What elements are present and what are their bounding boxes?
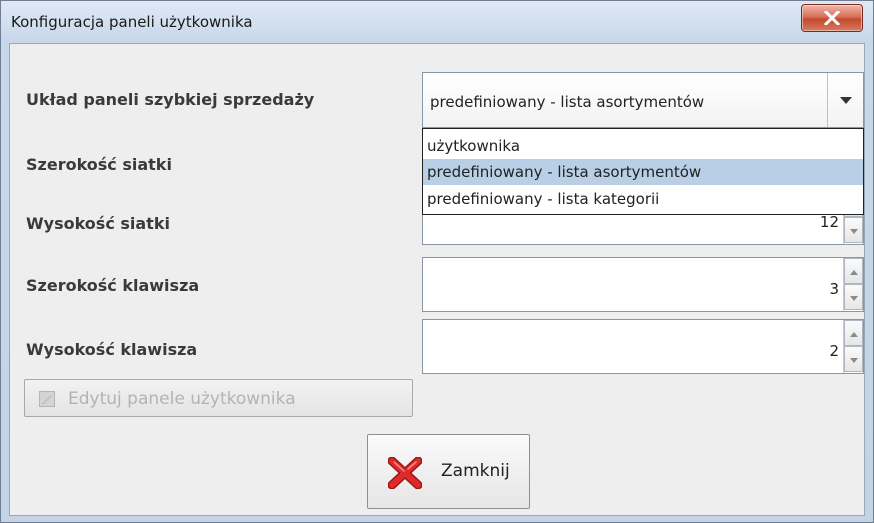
- grid-width-label: Szerokość siatki: [26, 155, 172, 174]
- key-width-spin-buttons: [843, 258, 863, 311]
- red-x-icon: [387, 456, 423, 494]
- layout-dropdown-list: użytkownika predefiniowany - lista asort…: [422, 128, 864, 215]
- edit-icon: [39, 391, 55, 412]
- arrow-down-icon: [849, 350, 858, 368]
- window-close-button[interactable]: [801, 4, 863, 32]
- dialog-window: Konfiguracja paneli użytkownika Układ pa…: [0, 0, 874, 523]
- key-height-spinner[interactable]: 2: [422, 319, 864, 374]
- window-title: Konfiguracja paneli użytkownika: [11, 13, 253, 31]
- layout-combo-value: predefiniowany - lista asortymentów: [430, 93, 705, 111]
- key-width-increment[interactable]: [844, 258, 863, 284]
- grid-height-value: 12: [819, 213, 839, 231]
- close-dialog-button[interactable]: Zamknij: [367, 434, 530, 509]
- key-width-label: Szerokość klawisza: [26, 276, 200, 295]
- combo-arrow-button[interactable]: [827, 73, 863, 127]
- dropdown-option-category[interactable]: predefiniowany - lista kategorii: [423, 186, 863, 212]
- close-icon: [824, 11, 840, 25]
- arrow-down-icon: [849, 221, 858, 239]
- edit-panels-button[interactable]: Edytuj panele użytkownika: [24, 379, 413, 417]
- grid-height-decrement[interactable]: [844, 217, 863, 243]
- close-button-label: Zamknij: [441, 461, 510, 481]
- key-width-spinner[interactable]: 3: [422, 257, 864, 312]
- arrow-up-icon: [849, 324, 858, 342]
- dropdown-option-user[interactable]: użytkownika: [423, 133, 863, 159]
- key-height-decrement[interactable]: [844, 346, 863, 372]
- edit-panels-label: Edytuj panele użytkownika: [68, 389, 296, 409]
- key-height-label: Wysokość klawisza: [26, 340, 198, 359]
- chevron-down-icon: [839, 91, 852, 109]
- grid-height-label: Wysokość siatki: [26, 214, 170, 233]
- dropdown-option-assortment[interactable]: predefiniowany - lista asortymentów: [423, 159, 863, 185]
- key-height-increment[interactable]: [844, 320, 863, 346]
- arrow-down-icon: [849, 288, 858, 306]
- key-height-spin-buttons: [843, 320, 863, 373]
- layout-label: Układ paneli szybkiej sprzedaży: [26, 90, 315, 109]
- key-width-value: 3: [829, 280, 839, 298]
- layout-combo[interactable]: predefiniowany - lista asortymentów: [422, 72, 864, 128]
- title-bar[interactable]: Konfiguracja paneli użytkownika: [1, 1, 873, 43]
- key-height-value: 2: [829, 342, 839, 360]
- arrow-up-icon: [849, 262, 858, 280]
- key-width-decrement[interactable]: [844, 284, 863, 310]
